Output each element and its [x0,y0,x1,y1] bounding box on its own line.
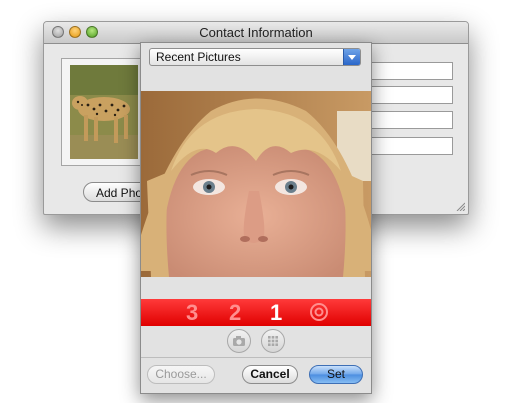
countdown-bar: 3 2 1 [141,299,371,326]
grid-effects-icon [268,336,278,346]
choose-button[interactable]: Choose... [147,365,215,384]
button-separator [141,357,371,358]
cheetah-photo [70,65,138,159]
cancel-button[interactable]: Cancel [242,365,298,384]
countdown-1: 1 [270,300,283,325]
current-photo-well[interactable] [61,58,147,166]
countdown-2: 2 [229,300,242,325]
window-titlebar[interactable]: Contact Information [44,22,468,44]
camera-icon [233,336,245,346]
set-button[interactable]: Set [309,365,363,384]
picture-taker-panel: Recent Pictures 3 2 1 Choose... Cancel S… [140,42,372,394]
flash-icon [310,303,328,321]
picture-source-value: Recent Pictures [156,50,241,64]
contact-field-1[interactable] [369,62,453,80]
contact-field-2[interactable] [369,86,453,104]
chevron-down-icon [343,49,360,65]
contact-field-4[interactable] [369,137,453,155]
picture-source-popup[interactable]: Recent Pictures [149,48,361,66]
countdown-3: 3 [186,300,199,325]
effects-button[interactable] [261,329,285,353]
window-title: Contact Information [199,25,313,40]
resize-grip-icon[interactable] [455,201,465,211]
contact-field-3[interactable] [369,111,453,129]
camera-preview [141,91,371,277]
take-picture-button[interactable] [227,329,251,353]
